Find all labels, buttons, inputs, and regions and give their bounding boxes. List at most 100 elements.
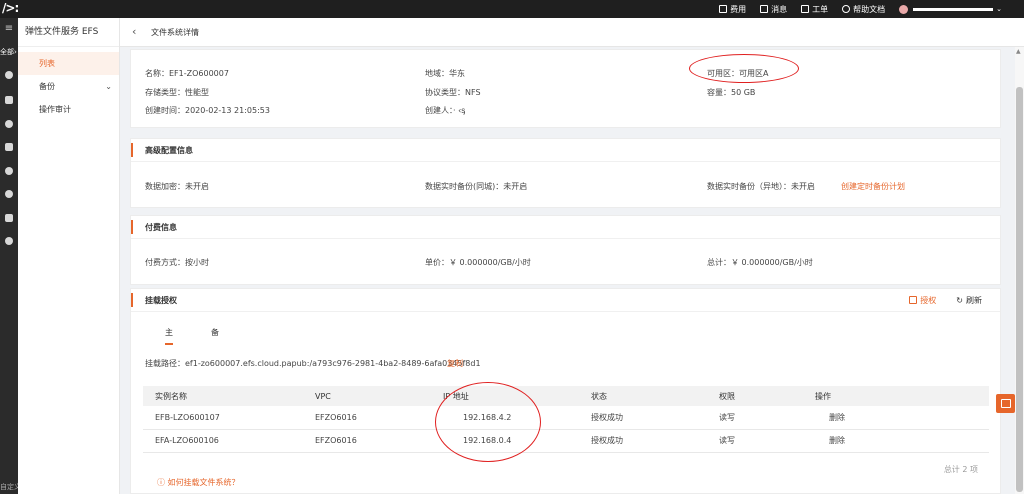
cloud-server-icon[interactable] bbox=[0, 96, 18, 106]
top-nav: 费用 消息 工单 帮助文档 ⌄ bbox=[719, 0, 1002, 18]
sidebar-item-backup[interactable]: 备份 ⌄ bbox=[18, 75, 119, 98]
payment-card: 付费信息 付费方式：按小时 单价：￥ 0.000000/GB/小时 总计：￥ 0… bbox=[130, 215, 1001, 285]
cloud-icon[interactable] bbox=[0, 190, 18, 200]
payment-title: 付费信息 bbox=[131, 216, 1000, 239]
rail-all[interactable]: 全部› bbox=[0, 47, 17, 57]
cell-instance: EFA-LZO600106 bbox=[143, 429, 315, 453]
mount-authorization-card: 挂载授权 授权 ↻ 刷新 主 备 挂载路径：ef1-zo600007.efs.cl… bbox=[130, 288, 1001, 494]
authorize-icon bbox=[909, 296, 918, 304]
cloud-upload-icon[interactable] bbox=[0, 167, 18, 177]
mount-tabs: 主 备 bbox=[165, 327, 219, 345]
fs-name: 名称：EF1-ZO600007 bbox=[145, 69, 229, 78]
fs-storage-type: 存储类型：性能型 bbox=[145, 88, 209, 97]
top-nav-billing[interactable]: 费用 bbox=[719, 4, 746, 15]
help-icon bbox=[842, 5, 851, 13]
annotation-circle-ip bbox=[435, 382, 541, 462]
page-scrollbar[interactable]: ▲ bbox=[1015, 47, 1024, 494]
mount-help-link[interactable]: ⓘ 如何挂载文件系统？ bbox=[157, 477, 240, 488]
backup-same-city-status: 数据实时备份(同城)：未开启 bbox=[425, 182, 528, 191]
cell-permission: 读写 bbox=[719, 429, 815, 453]
tab-standby[interactable]: 备 bbox=[211, 327, 219, 345]
sidebar: 弹性文件服务 EFS 列表 备份 ⌄ 操作审计 bbox=[18, 18, 120, 494]
globe-icon[interactable] bbox=[0, 120, 18, 130]
sidebar-title: 弹性文件服务 EFS bbox=[18, 18, 119, 47]
authorize-label: 授权 bbox=[920, 296, 937, 305]
delete-button[interactable]: 删除 bbox=[815, 429, 989, 453]
authorization-table: 实例名称 VPC IP 地址 状态 权限 操作 EFB-LZO600107 EF… bbox=[143, 386, 989, 453]
sidebar-menu: 列表 备份 ⌄ 操作审计 bbox=[18, 52, 119, 121]
user-name-redacted bbox=[913, 7, 994, 11]
back-arrow-icon[interactable]: ‹ bbox=[132, 25, 136, 38]
scroll-up-icon[interactable]: ▲ bbox=[1016, 48, 1021, 55]
sidebar-item-list[interactable]: 列表 bbox=[18, 52, 119, 75]
avatar bbox=[899, 4, 909, 14]
refresh-button[interactable]: ↻ 刷新 bbox=[956, 295, 982, 306]
cell-status: 授权成功 bbox=[591, 429, 719, 453]
cell-vpc: EFZO6016 bbox=[315, 429, 443, 453]
top-nav-messages[interactable]: 消息 bbox=[760, 4, 787, 15]
col-status: 状态 bbox=[591, 386, 719, 406]
fs-region: 地域：华东 bbox=[425, 69, 465, 78]
cell-vpc: EFZO6016 bbox=[315, 406, 443, 430]
basic-info-card: 名称：EF1-ZO600007 地域：华东 可用区：可用区A 存储类型：性能型 … bbox=[130, 49, 1001, 128]
fs-creator: 创建人：‧ ‹ᶊ bbox=[425, 106, 466, 115]
refresh-label: 刷新 bbox=[966, 296, 982, 305]
fs-capacity: 容量：50 GB bbox=[707, 88, 756, 97]
advanced-config-card: 高级配置信息 数据加密：未开启 数据实时备份(同城)：未开启 数据实时备份（异地… bbox=[130, 138, 1001, 208]
sidebar-item-label: 备份 bbox=[39, 82, 55, 91]
mount-path: 挂载路径：ef1-zo600007.efs.cloud.papub:/a793c… bbox=[145, 358, 481, 369]
cell-status: 授权成功 bbox=[591, 406, 719, 430]
ticket-icon bbox=[801, 5, 810, 13]
total-price: 总计：￥ 0.000000/GB/小时 bbox=[707, 258, 813, 267]
database-icon[interactable] bbox=[0, 143, 18, 153]
logo[interactable]: />: bbox=[2, 1, 19, 15]
col-vpc: VPC bbox=[315, 386, 443, 406]
top-nav-label: 消息 bbox=[771, 4, 788, 14]
scrollbar-thumb[interactable] bbox=[1016, 87, 1023, 492]
user-menu[interactable]: ⌄ bbox=[899, 4, 1002, 14]
delete-button[interactable]: 删除 bbox=[815, 406, 989, 430]
storage-icon[interactable] bbox=[0, 237, 18, 247]
advanced-config-title: 高级配置信息 bbox=[131, 139, 1000, 162]
total-count: 总计 2 项 bbox=[943, 465, 978, 474]
mount-help-label: 如何挂载文件系统？ bbox=[167, 478, 240, 487]
sidebar-item-audit[interactable]: 操作审计 bbox=[18, 98, 119, 121]
menu-icon[interactable]: ≡ bbox=[0, 23, 18, 34]
bill-icon bbox=[719, 5, 728, 13]
chevron-down-icon: ⌄ bbox=[105, 82, 112, 91]
product-rail: ≡ 全部› 自定义 bbox=[0, 18, 21, 494]
close-box-icon[interactable] bbox=[0, 214, 18, 224]
feedback-chat-button[interactable] bbox=[996, 394, 1015, 413]
create-backup-plan-link[interactable]: 创建定时备份计划 bbox=[841, 181, 905, 192]
sidebar-item-label: 列表 bbox=[39, 59, 55, 68]
fs-protocol: 协议类型：NFS bbox=[425, 88, 481, 97]
top-nav-label: 帮助文档 bbox=[853, 4, 886, 14]
top-bar: />: 费用 消息 工单 帮助文档 ⌄ bbox=[0, 0, 1024, 18]
col-permission: 权限 bbox=[719, 386, 815, 406]
rail-all-label: 全部 bbox=[0, 48, 14, 56]
refresh-icon: ↻ bbox=[956, 296, 963, 305]
col-operation: 操作 bbox=[815, 386, 989, 406]
chevron-down-icon: ⌄ bbox=[996, 5, 1002, 13]
home-icon[interactable] bbox=[0, 71, 18, 81]
table-header-row: 实例名称 VPC IP 地址 状态 权限 操作 bbox=[143, 386, 989, 406]
cell-permission: 读写 bbox=[719, 406, 815, 430]
top-nav-tickets[interactable]: 工单 bbox=[801, 4, 828, 15]
annotation-circle-zone bbox=[689, 54, 799, 83]
cell-instance: EFB-LZO600107 bbox=[143, 406, 315, 430]
table-row: EFB-LZO600107 EFZO6016 192.168.4.2 授权成功 … bbox=[143, 406, 989, 430]
copy-path-button[interactable]: 复制 bbox=[447, 358, 463, 369]
mount-actions: 授权 ↻ 刷新 bbox=[909, 289, 982, 312]
top-nav-help[interactable]: 帮助文档 bbox=[842, 4, 885, 15]
page-title: 文件系统详情 bbox=[151, 28, 199, 37]
mount-path-value: ef1-zo600007.efs.cloud.papub:/a793c976-2… bbox=[185, 359, 481, 368]
backup-remote-status: 数据实时备份（异地）：未开启 bbox=[707, 182, 815, 191]
authorize-button[interactable]: 授权 bbox=[909, 295, 936, 306]
question-icon: ⓘ bbox=[157, 478, 168, 487]
unit-price: 单价：￥ 0.000000/GB/小时 bbox=[425, 258, 531, 267]
top-nav-label: 工单 bbox=[812, 4, 829, 14]
encryption-status: 数据加密：未开启 bbox=[145, 182, 209, 191]
tab-primary[interactable]: 主 bbox=[165, 327, 173, 345]
mount-title: 挂载授权 bbox=[131, 289, 1000, 312]
table-row: EFA-LZO600106 EFZO6016 192.168.0.4 授权成功 … bbox=[143, 429, 989, 453]
